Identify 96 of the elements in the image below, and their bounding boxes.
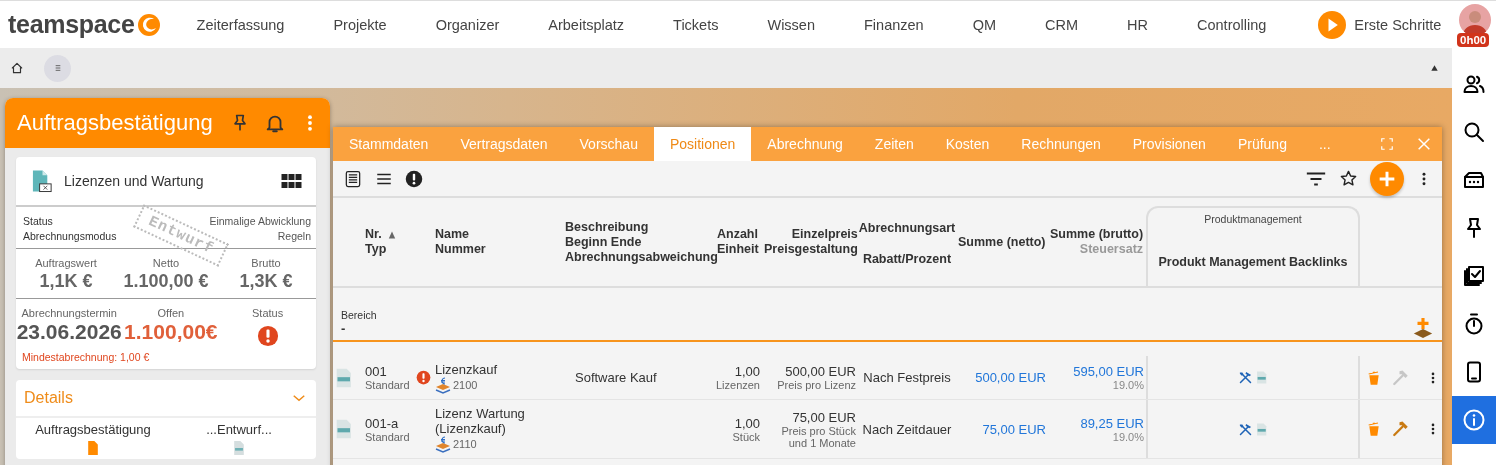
filter-value[interactable]: - [341,321,377,336]
metric-value: 1,1K € [39,271,93,292]
table-cell: 1,00 [734,415,760,431]
table-cell[interactable]: 595,00 EUR [1073,364,1144,379]
document-label[interactable]: ...Entwurf... [206,422,272,437]
table-cell: Stück [732,430,760,443]
nav-link[interactable]: CRM [1045,16,1079,33]
table-cell: 2110 [453,438,477,450]
alert-icon [256,325,279,347]
collapse-icon[interactable] [1429,62,1440,74]
tools-icon[interactable] [1237,370,1253,385]
table-cell: Preis pro Lizenz [777,379,856,391]
document-icon [87,441,99,455]
table-cell: Standard [365,379,410,391]
column-header[interactable]: Abrechnungsart [858,221,956,236]
grid-icon[interactable] [281,172,302,190]
star-icon[interactable] [1339,169,1358,188]
checklist-icon [1462,264,1486,288]
field-value: Regeln [276,230,311,242]
info-icon [1462,408,1486,432]
stack-icon [435,435,451,453]
metric-label: Abrechnungstermin [21,307,117,319]
column-header[interactable]: Summe (brutto) Steuersatz [1050,227,1144,257]
metric-value: 1,3K € [239,271,293,292]
table-cell: 1,00 [734,364,760,379]
table-row[interactable]: 001-a Standard Lizenz Wartung (Lizenzkauf) 2110 1,00 Stück 75,00 EUR Preis pro Stück und 1 Monate Nach Zeitdauer 75,00 EUR 89,25 EUR 19.0% [333,400,1442,459]
column-header[interactable]: Nr. Typ [365,227,387,257]
getting-started-link[interactable]: Erste Schritte [1354,16,1442,33]
document-label[interactable]: Auftragsbestätigung [35,422,151,437]
table-cell-text: Software Kauf [575,370,658,385]
table-cell: 500,00 EUR [785,364,856,379]
table-cell[interactable]: 500,00 EUR [975,370,1046,385]
alert-icon[interactable] [405,169,423,188]
table-cell: Standard [365,430,410,443]
nav-link[interactable]: Tickets [673,16,719,33]
table-cell-text: 001-a [365,415,400,431]
field-label: Status [23,215,54,227]
stack-icon [435,376,451,394]
table-cell: und 1 Monate [788,436,856,449]
metric-label: Netto [152,257,180,269]
table-cell[interactable]: 75,00 EUR [982,421,1046,437]
table-cell: Preis pro Stück [781,424,856,437]
nav-link[interactable]: Organizer [435,16,500,33]
metric-value: 23.06.2026 [16,320,122,344]
table-cell: 19.0% [1112,379,1144,391]
nav-link[interactable]: HR [1127,16,1148,33]
table-cell-text: Lizenzkauf [435,361,499,377]
column-header[interactable]: Anzahl Einheit [717,227,759,257]
table-cell: Lizenzen [715,379,760,391]
column-header[interactable]: Summe (netto) [958,234,1046,250]
avatar[interactable] [1459,3,1491,36]
column-header[interactable]: Produkt Management Backlinks [1158,255,1348,269]
record-name: Lizenzen und Wartung [64,173,204,189]
metric-label: Offen [157,307,185,319]
table-cell: 2100 [453,379,478,391]
nav-link[interactable]: Projekte [333,16,387,33]
nav-link[interactable]: Finanzen [864,16,924,33]
minimum-billing-note: Mindestabrechnung: 1,00 € [21,350,151,365]
document-icon [233,441,245,455]
section-title: Details [24,389,73,407]
metric-label: Status [252,307,284,319]
table-cell-text: Lizenz Wartung (Lizenzkauf) [435,405,526,436]
filter-label: Bereich [341,309,377,321]
metric-label: Auftragswert [35,257,97,269]
metric-label: Brutto [251,257,281,269]
nav-link[interactable]: Arbeitsplatz [548,16,625,33]
nav-link[interactable]: Controlling [1197,16,1267,33]
table-cell: 19.0% [1112,430,1144,443]
field-label: Abrechnungsmodus [23,230,117,242]
column-header[interactable]: Name Nummer [435,227,486,257]
column-header[interactable]: Rabatt/Prozent [862,252,952,267]
sort-icon[interactable] [388,230,397,240]
column-header[interactable]: Beschreibung Beginn Ende Abrechnungsabweichung [565,219,718,265]
column-header[interactable]: Einzelpreis Preisgestaltung [764,227,858,257]
nav-link[interactable]: QM [972,16,996,33]
table-cell: 75,00 EUR [792,409,856,425]
nav-link[interactable]: Zeiterfassung [196,16,285,33]
logo-text: teamspace [8,10,135,39]
nav-link[interactable]: Wissen [767,16,815,33]
table-cell: Nach Festpreis [863,370,951,385]
column-group-label: Produktmanagement [1204,213,1302,225]
logo-swirl-icon [136,12,161,37]
document-icon [31,169,54,193]
card-title: Auftragsbestätigung [17,110,213,136]
table-cell: Nach Zeitdauer [862,421,952,437]
search-icon [1462,120,1486,144]
table-cell-text: 001 [365,364,388,379]
metric-value: 1.100,00 € [123,271,209,292]
tools-icon[interactable] [1237,421,1253,437]
timer-badge: 0h00 [1457,32,1490,47]
hammer-icon[interactable] [1392,420,1410,438]
document-list-icon[interactable] [343,168,363,189]
table-cell[interactable]: 89,25 EUR [1080,415,1144,431]
metric-value: 1.100,00€ [124,320,218,344]
add-area-icon[interactable] [1412,316,1434,340]
home-icon[interactable] [10,61,24,75]
